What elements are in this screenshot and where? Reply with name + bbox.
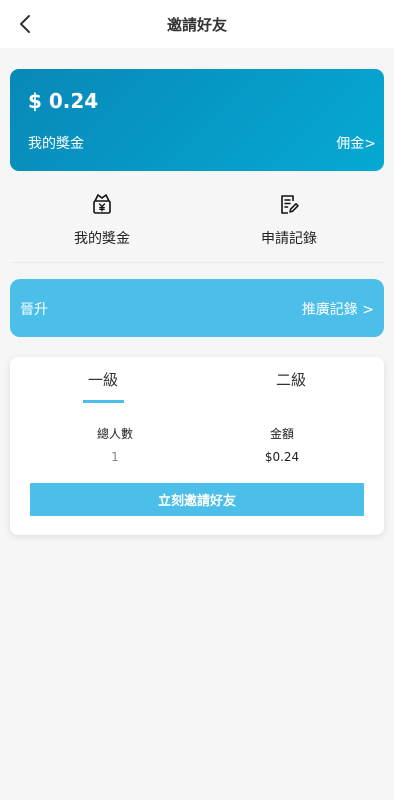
wallet-amount: $ 0.24 [28,89,99,113]
shortcut-row: 我的獎金 申請記錄 [10,186,384,260]
promotion-bar[interactable]: 晉升 推廣記錄 > [10,279,384,337]
tab-level-1[interactable]: 一級 [43,369,163,390]
my-bonus-label: 我的獎金 [28,136,84,152]
amount-value: $0.24 [264,450,300,464]
total-people-value: 1 [111,450,119,464]
tab-level-2[interactable]: 二級 [231,369,351,390]
wallet-card: $ 0.24 我的獎金 佣金> [10,69,384,171]
shortcut-my-bonus[interactable]: 我的獎金 [22,186,182,258]
referral-levels-panel: 一級 二級 總人數 金額 1 $0.24 立刻邀請好友 [10,357,384,535]
section-divider [10,262,384,263]
edit-document-icon [281,195,299,214]
promotion-records-link[interactable]: 推廣記錄 > [302,299,374,319]
commission-link[interactable]: 佣金> [336,133,376,153]
total-people-header: 總人數 [96,427,133,441]
page-title: 邀請好友 [166,16,227,34]
top-bar: 邀請好友 [0,0,394,48]
promotion-label: 晉升 [20,302,48,318]
invite-friends-button[interactable]: 立刻邀請好友 [30,483,364,516]
shortcut-application-records-label: 申請記錄 [261,231,317,247]
amount-header: 金額 [269,427,294,441]
shortcut-my-bonus-label: 我的獎金 [74,231,130,247]
money-bag-icon [93,194,111,214]
active-tab-indicator [83,400,124,403]
shortcut-application-records[interactable]: 申請記錄 [209,186,369,258]
